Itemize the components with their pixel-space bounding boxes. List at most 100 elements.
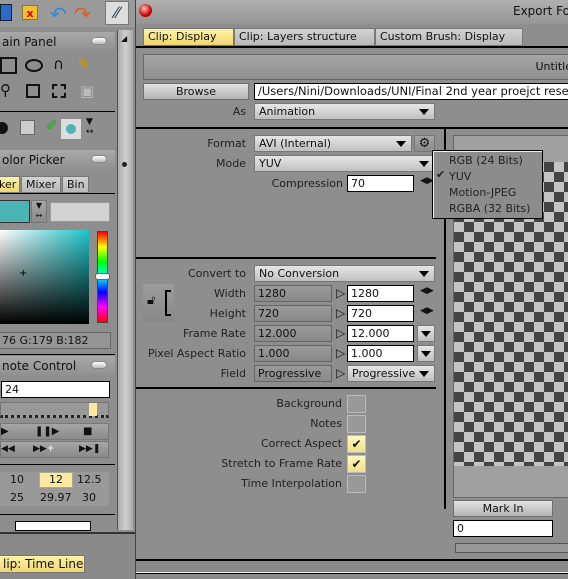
- panel-menu-button[interactable]: [91, 361, 107, 369]
- row-label: Pixel Aspect Ratio: [147, 347, 246, 360]
- checkbox[interactable]: [347, 395, 366, 413]
- transport-row-1: ▶ ❚❚▶ ■: [0, 423, 109, 440]
- target-value: 720: [351, 307, 372, 320]
- brushes-icon[interactable]: ⁄⁄: [105, 1, 129, 25]
- mode-option-rgb24[interactable]: RGB (24 Bits): [449, 154, 523, 167]
- fps-29-97[interactable]: 29.97: [40, 491, 72, 504]
- panel-menu-button[interactable]: [91, 155, 107, 163]
- play-icon[interactable]: ▶: [1, 424, 9, 439]
- fast-forward-icon[interactable]: ▶▶+: [33, 442, 54, 457]
- fill-icon[interactable]: ✎: [78, 55, 91, 73]
- path-field[interactable]: /Users/Nini/Downloads/UNI/Final 2nd year…: [254, 83, 568, 100]
- undo-icon[interactable]: ↶: [50, 2, 67, 26]
- collapse-handle-icon[interactable]: [122, 162, 127, 167]
- convert-dropdown[interactable]: No Conversion: [254, 265, 435, 282]
- divider: [0, 111, 115, 112]
- step-play-icon[interactable]: ❚❚▶: [35, 424, 59, 439]
- mode-option-yuv[interactable]: YUV: [449, 170, 471, 183]
- fps-30[interactable]: 30: [82, 491, 96, 504]
- current-color-swatch[interactable]: [0, 200, 30, 223]
- target-input[interactable]: 12.000: [347, 325, 414, 342]
- tab-mixer[interactable]: Mixer: [21, 176, 61, 193]
- divider: [136, 46, 568, 48]
- save-icon[interactable]: [0, 4, 12, 21]
- row-label: Field: [220, 367, 246, 380]
- stepper-icon[interactable]: ◀▶: [420, 286, 434, 296]
- panel-menu-button[interactable]: [91, 37, 107, 45]
- hue-slider[interactable]: [95, 231, 110, 323]
- stop-icon[interactable]: ■: [83, 424, 92, 439]
- browse-button[interactable]: Browse: [143, 83, 249, 100]
- camera-icon: ▣: [80, 82, 95, 100]
- mode-option-mjpeg[interactable]: Motion-JPEG: [449, 186, 516, 199]
- texture-icon[interactable]: [20, 120, 35, 135]
- crop-icon[interactable]: [26, 84, 40, 98]
- name-field[interactable]: Untitle: [143, 54, 568, 80]
- divider: [0, 193, 115, 194]
- dialog-title: Export Foo: [513, 4, 568, 18]
- fps-12-5[interactable]: 12.5: [77, 473, 102, 486]
- ellipse-select-icon[interactable]: [25, 59, 43, 72]
- export-dialog: Export Foo Clip: Display Clip: Layers st…: [135, 0, 568, 579]
- brush-dot-icon[interactable]: [0, 122, 8, 134]
- eyedropper-icon[interactable]: ✐: [46, 118, 58, 134]
- panel-scrollbar[interactable]: ◢: [117, 30, 133, 530]
- tab-picker[interactable]: ker: [0, 176, 20, 193]
- mode-option-rgba32[interactable]: RGBA (32 Bits): [449, 202, 530, 215]
- chevron-down-icon: [421, 331, 431, 337]
- checkbox[interactable]: ✔: [347, 435, 366, 453]
- as-dropdown[interactable]: Animation: [254, 103, 435, 120]
- zoom-icon[interactable]: ⚲: [0, 81, 11, 99]
- color-gradient-area[interactable]: +: [0, 230, 89, 324]
- format-value: AVI (Internal): [259, 137, 332, 150]
- redo-icon[interactable]: ↷: [74, 2, 91, 26]
- checkbox[interactable]: [347, 475, 366, 493]
- dialog-footer: [136, 559, 568, 579]
- preset-dropdown-button[interactable]: [417, 345, 435, 362]
- check-icon: ✔: [351, 457, 362, 471]
- fps-grid: 10 12 12.5 25 29.97 30: [0, 472, 109, 506]
- transport-row-2: ◀◀ ▶▶+ ▶▶❚: [0, 441, 109, 458]
- close-file-icon[interactable]: x: [22, 5, 38, 20]
- stepper-icon[interactable]: ◀▶: [420, 306, 434, 316]
- format-dropdown[interactable]: AVI (Internal): [254, 135, 412, 152]
- brush-tools: ✐ ▼ ↔: [0, 117, 115, 141]
- frame-slider[interactable]: [0, 402, 109, 418]
- fps-10[interactable]: 10: [10, 473, 24, 486]
- target-input[interactable]: 1.000: [347, 345, 414, 362]
- divider: [136, 127, 568, 129]
- tab-bin[interactable]: Bin: [62, 176, 89, 193]
- compression-label: Compression: [271, 177, 343, 190]
- rewind-icon[interactable]: ◀◀: [1, 442, 15, 457]
- compression-input[interactable]: 70: [347, 175, 414, 192]
- mode-dropdown[interactable]: YUV: [254, 155, 435, 172]
- transform-icon[interactable]: [52, 84, 66, 98]
- target-input[interactable]: 1280: [347, 285, 414, 302]
- expand-icon[interactable]: ▼ ↔: [86, 117, 94, 137]
- target-input[interactable]: Progressive: [347, 365, 435, 382]
- swatch-arrows-button[interactable]: ▼ ↔: [31, 200, 47, 223]
- fps-12[interactable]: 12: [39, 472, 73, 488]
- checkbox[interactable]: [347, 415, 366, 433]
- previous-color-swatch[interactable]: [50, 202, 110, 222]
- slider-thumb[interactable]: [89, 403, 97, 416]
- target-input[interactable]: 720: [347, 305, 414, 322]
- timeline-bar[interactable]: [455, 543, 568, 553]
- rectangle-select-icon[interactable]: [0, 57, 17, 74]
- checkbox[interactable]: ✔: [347, 455, 366, 473]
- fps-25[interactable]: 25: [10, 491, 24, 504]
- chevron-down-icon: [419, 109, 429, 115]
- tab-time-line[interactable]: lip: Time Line: [0, 555, 85, 573]
- tab-custom-brush[interactable]: Custom Brush: Display: [375, 28, 523, 46]
- as-label: As: [232, 105, 246, 118]
- tab-clip-display[interactable]: Clip: Display: [143, 28, 234, 46]
- tab-clip-layers[interactable]: Clip: Layers structure: [234, 28, 375, 46]
- frame-input[interactable]: 24: [1, 381, 110, 398]
- mark-in-button[interactable]: Mark In: [453, 500, 553, 517]
- close-window-icon[interactable]: [139, 4, 152, 17]
- color-dot-icon[interactable]: [61, 119, 81, 139]
- mark-in-input[interactable]: 0: [453, 520, 553, 537]
- bezier-icon[interactable]: ∩: [53, 55, 64, 73]
- preset-dropdown-button[interactable]: [417, 325, 435, 342]
- end-icon[interactable]: ▶▶❚: [79, 442, 100, 457]
